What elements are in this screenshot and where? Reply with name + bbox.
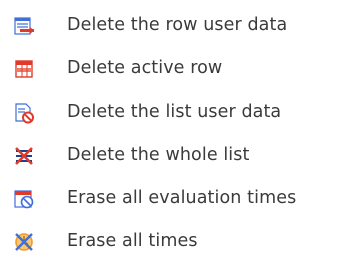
context-menu: Delete the row user data Delete active r…: [0, 0, 337, 262]
menu-item-delete-row-user-data[interactable]: Delete the row user data: [0, 8, 337, 44]
menu-item-erase-all-times[interactable]: Erase all times: [0, 224, 337, 260]
menu-item-label: Delete active row: [67, 58, 223, 78]
menu-item-label: Erase all times: [67, 231, 198, 251]
delete-list-user-data-icon: [13, 102, 35, 124]
erase-evaluation-times-icon: [13, 188, 35, 210]
menu-item-label: Erase all evaluation times: [67, 188, 297, 208]
delete-active-row-icon: [13, 58, 35, 80]
menu-item-delete-whole-list[interactable]: Delete the whole list: [0, 138, 337, 174]
menu-item-delete-active-row[interactable]: Delete active row: [0, 51, 337, 87]
erase-all-times-icon: [13, 231, 35, 253]
menu-item-erase-evaluation-times[interactable]: Erase all evaluation times: [0, 181, 337, 217]
menu-item-label: Delete the list user data: [67, 102, 282, 122]
menu-item-delete-list-user-data[interactable]: Delete the list user data: [0, 95, 337, 131]
menu-item-label: Delete the row user data: [67, 15, 288, 35]
delete-row-user-data-icon: [13, 15, 35, 37]
menu-item-label: Delete the whole list: [67, 145, 250, 165]
delete-whole-list-icon: [13, 145, 35, 167]
